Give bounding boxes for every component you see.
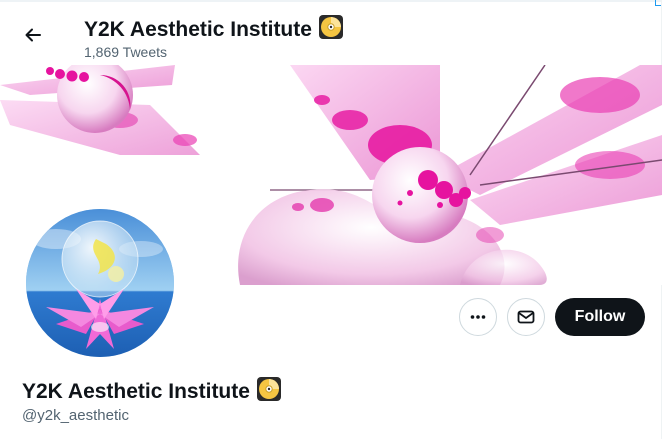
avatar[interactable] [22, 205, 178, 361]
envelope-icon [517, 310, 535, 324]
avatar-image [26, 209, 174, 357]
cd-disc-emoji-icon [256, 376, 282, 408]
top-border [0, 0, 662, 2]
more-button[interactable] [459, 298, 497, 336]
more-dots-icon [470, 315, 486, 319]
back-button[interactable] [18, 20, 48, 50]
profile-display-name: Y2K Aesthetic Institute [22, 380, 250, 403]
cd-disc-emoji-icon [318, 14, 344, 46]
profile-handle: @y2k_aesthetic [22, 407, 129, 424]
header-display-name: Y2K Aesthetic Institute [84, 18, 312, 41]
tweet-count: 1,869 Tweets [84, 44, 168, 60]
header-title: Y2K Aesthetic Institute [84, 14, 344, 46]
message-button[interactable] [507, 298, 545, 336]
arrow-left-icon [25, 28, 41, 42]
follow-button[interactable]: Follow [555, 298, 645, 336]
profile-name: Y2K Aesthetic Institute [22, 376, 282, 408]
